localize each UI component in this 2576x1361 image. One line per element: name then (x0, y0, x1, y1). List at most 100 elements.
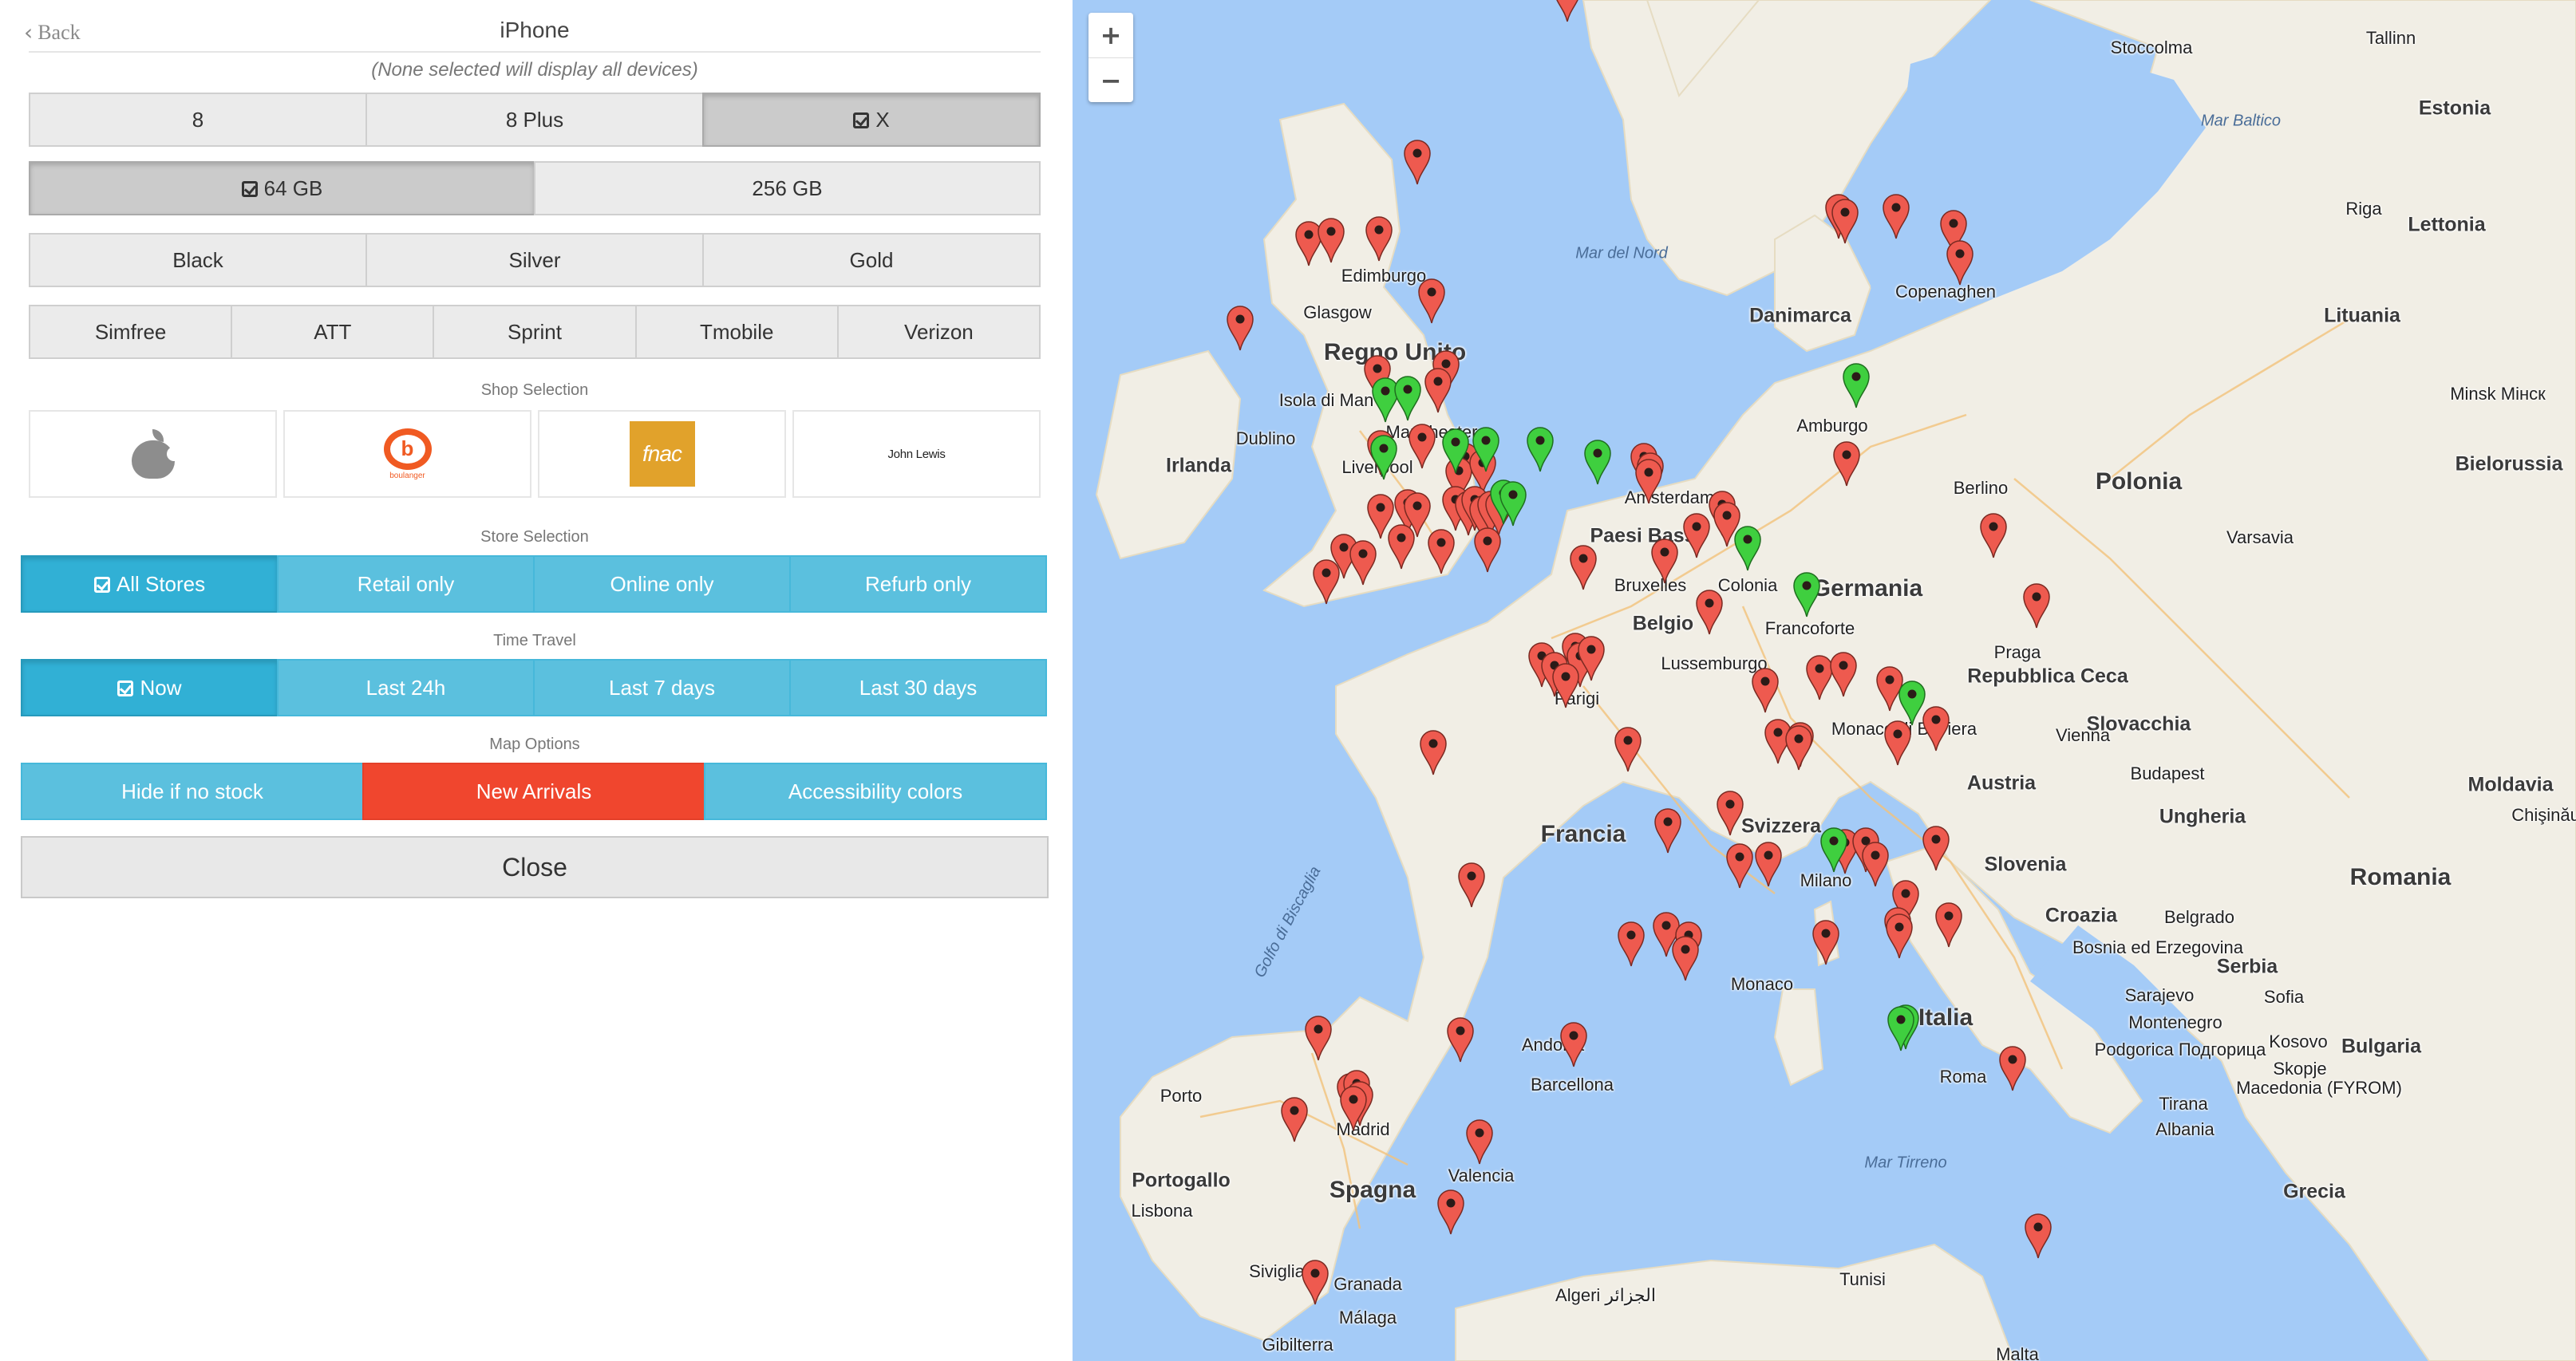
store-pin-red[interactable] (1650, 538, 1679, 584)
store-pin-red[interactable] (1671, 935, 1700, 981)
store-pin-red[interactable] (1280, 1096, 1309, 1142)
store-pin-red[interactable] (1339, 1085, 1368, 1131)
store-pin-green[interactable] (1898, 680, 1926, 726)
accessibility-colors-button[interactable]: Accessibility colors (704, 763, 1047, 820)
store-button-retail[interactable]: Retail only (277, 555, 535, 613)
store-pin-red[interactable] (1473, 527, 1502, 573)
store-pin-green[interactable] (1526, 426, 1555, 472)
store-pin-green[interactable] (1887, 1005, 1915, 1051)
carrier-button-sprint[interactable]: Sprint (433, 305, 637, 359)
model-button-x[interactable]: X (702, 93, 1041, 147)
store-pin-red[interactable] (1922, 825, 1950, 871)
store-pin-red[interactable] (1317, 217, 1345, 263)
store-pin-red[interactable] (1831, 198, 1859, 244)
time-button-7days[interactable]: Last 7 days (533, 659, 791, 716)
carrier-button-simfree[interactable]: Simfree (29, 305, 233, 359)
store-pin-green[interactable] (1792, 571, 1821, 617)
store-pin-red[interactable] (1682, 512, 1711, 558)
store-pin-red[interactable] (1754, 841, 1783, 887)
store-pin-green[interactable] (1441, 428, 1470, 474)
store-pin-red[interactable] (1979, 512, 2008, 558)
time-button-30days[interactable]: Last 30 days (789, 659, 1047, 716)
store-pin-red[interactable] (1653, 807, 1682, 854)
store-pin-red[interactable] (1569, 544, 1598, 590)
color-button-black[interactable]: Black (29, 233, 367, 287)
model-button-8-plus[interactable]: 8 Plus (365, 93, 704, 147)
capacity-button-256gb[interactable]: 256 GB (534, 161, 1041, 215)
store-pin-red[interactable] (1716, 790, 1744, 836)
store-pin-green[interactable] (1369, 434, 1398, 480)
store-pin-red[interactable] (1784, 724, 1813, 771)
shop-boulanger[interactable]: b boulanger (283, 410, 531, 498)
store-pin-red[interactable] (1436, 1189, 1465, 1235)
store-pin-red[interactable] (2022, 582, 2051, 629)
store-pin-green[interactable] (1472, 426, 1500, 472)
store-pin-red[interactable] (1427, 528, 1456, 574)
store-pin-green[interactable] (1733, 525, 1762, 571)
store-pin-red[interactable] (1553, 0, 1582, 22)
store-pin-red[interactable] (1408, 423, 1436, 469)
store-pin-red[interactable] (1634, 458, 1663, 504)
store-pin-green[interactable] (1393, 375, 1422, 421)
shop-john-lewis[interactable]: John Lewis (792, 410, 1041, 498)
shop-apple[interactable] (29, 410, 277, 498)
color-button-silver[interactable]: Silver (365, 233, 704, 287)
store-pin-red[interactable] (1551, 662, 1580, 708)
store-pin-red[interactable] (1882, 193, 1910, 239)
zoom-in-button[interactable]: + (1088, 13, 1133, 57)
store-pin-red[interactable] (1695, 589, 1724, 635)
store-pin-red[interactable] (1419, 729, 1448, 775)
capacity-button-64gb[interactable]: 64 GB (29, 161, 535, 215)
store-pin-red[interactable] (1883, 720, 1912, 766)
zoom-out-button[interactable]: − (1088, 57, 1133, 102)
store-pin-red[interactable] (1446, 1016, 1475, 1063)
store-pin-red[interactable] (1861, 841, 1890, 887)
carrier-button-tmobile[interactable]: Tmobile (634, 305, 839, 359)
shop-fnac[interactable]: fnac (538, 410, 786, 498)
store-pin-red[interactable] (1559, 1021, 1588, 1067)
store-pin-red[interactable] (1301, 1259, 1329, 1305)
store-pin-red[interactable] (1304, 1015, 1333, 1061)
store-pin-green[interactable] (1499, 480, 1527, 527)
store-pin-green[interactable] (1842, 362, 1871, 408)
store-pin-red[interactable] (2024, 1213, 2053, 1259)
store-pin-red[interactable] (1417, 278, 1446, 324)
store-pin-red[interactable] (1387, 523, 1416, 570)
store-pin-red[interactable] (1349, 539, 1377, 586)
store-pin-red[interactable] (1312, 558, 1341, 605)
new-arrivals-button[interactable]: New Arrivals (362, 763, 705, 820)
store-pin-red[interactable] (1946, 239, 1974, 286)
store-button-online[interactable]: Online only (533, 555, 791, 613)
store-pin-green[interactable] (1583, 439, 1612, 485)
carrier-button-att[interactable]: ATT (231, 305, 435, 359)
store-map[interactable]: Regno Unito Irlanda Francia Spagna Germa… (1073, 0, 2576, 1361)
store-pin-red[interactable] (1811, 919, 1840, 965)
store-pin-red[interactable] (1465, 1118, 1494, 1165)
store-pin-red[interactable] (1424, 367, 1452, 413)
store-pin-red[interactable] (1457, 862, 1486, 908)
store-pin-red[interactable] (1577, 635, 1606, 681)
store-pin-red[interactable] (1998, 1045, 2027, 1091)
map-label-latvia: Lettonia (2408, 213, 2486, 236)
store-pin-red[interactable] (1617, 921, 1646, 967)
carrier-button-verizon[interactable]: Verizon (836, 305, 1041, 359)
time-button-now[interactable]: Now (21, 659, 279, 716)
store-pin-red[interactable] (1403, 139, 1432, 185)
close-button[interactable]: Close (21, 836, 1049, 898)
store-pin-red[interactable] (1614, 726, 1642, 772)
store-pin-red[interactable] (1832, 440, 1861, 487)
store-button-all[interactable]: All Stores (21, 555, 279, 613)
store-pin-red[interactable] (1725, 842, 1754, 889)
store-pin-green[interactable] (1819, 826, 1848, 873)
hide-no-stock-button[interactable]: Hide if no stock (21, 763, 364, 820)
store-pin-red[interactable] (1885, 913, 1914, 959)
store-pin-red[interactable] (1365, 215, 1393, 262)
color-button-gold[interactable]: Gold (702, 233, 1041, 287)
store-pin-red[interactable] (1751, 667, 1780, 713)
store-pin-red[interactable] (1829, 651, 1858, 697)
store-pin-red[interactable] (1934, 901, 1963, 948)
model-button-8[interactable]: 8 (29, 93, 367, 147)
time-button-24h[interactable]: Last 24h (277, 659, 535, 716)
store-pin-red[interactable] (1226, 305, 1254, 351)
store-button-refurb[interactable]: Refurb only (789, 555, 1047, 613)
